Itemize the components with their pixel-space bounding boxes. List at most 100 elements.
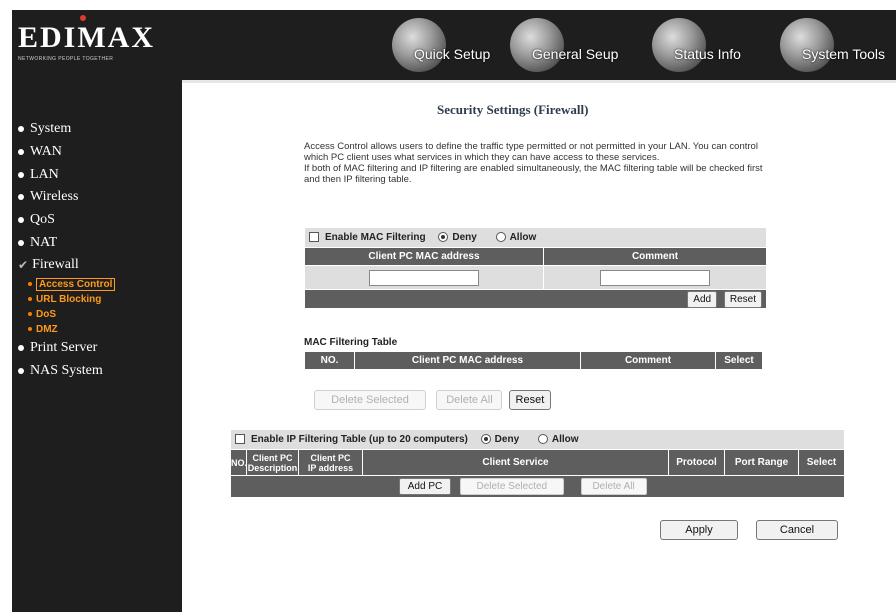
col-port-range: Port Range (724, 449, 799, 476)
page-description: Access Control allows users to define th… (304, 141, 774, 185)
bullet-icon (18, 345, 24, 352)
col-client-pc-description: Client PC Description (246, 449, 299, 476)
mac-allow-label: Allow (509, 232, 537, 243)
delete-all-button[interactable]: Delete All (436, 390, 503, 410)
col-comment: Comment (580, 351, 716, 370)
bullet-icon (18, 149, 24, 156)
cancel-button[interactable]: Cancel (756, 520, 838, 540)
header-line: Client PC (310, 452, 351, 463)
ip-deny-label: Deny (494, 434, 520, 445)
sidebar-subitem-dos[interactable]: DoS (12, 307, 182, 322)
globe-icon (392, 18, 446, 72)
delete-selected-button[interactable]: Delete Selected (314, 390, 426, 410)
delete-all-button[interactable]: Delete All (580, 478, 647, 495)
bullet-icon (18, 171, 24, 178)
sidebar-subitem-dmz[interactable]: DMZ (12, 322, 182, 337)
sidebar-item-label: Wireless (30, 189, 79, 205)
page-title: Security Settings (Firewall) (437, 102, 589, 117)
add-pc-button[interactable]: Add PC (399, 478, 451, 495)
nav-quick-setup-label: Quick Setup (414, 46, 491, 62)
bullet-icon (18, 239, 24, 246)
nav-status-info[interactable]: Status Info (652, 18, 741, 72)
sidebar-item-qos[interactable]: QoS (12, 209, 182, 232)
sidebar-subitem-label: Access Control (36, 277, 116, 291)
mac-table-actions: Delete Selected Delete All Reset (314, 390, 551, 410)
sidebar-item-label: Firewall (32, 257, 79, 273)
logo-tagline: NETWORKING PEOPLE TOGETHER (18, 56, 114, 62)
sidebar-item-label: LAN (30, 166, 59, 182)
bullet-icon (18, 217, 24, 224)
col-comment: Comment (543, 247, 767, 266)
sidebar-item-label: NAT (30, 234, 58, 250)
sidebar-subitem-label: DoS (36, 308, 56, 320)
logo-dot-icon (80, 15, 86, 21)
header-line: IP address (307, 462, 354, 473)
add-button[interactable]: Add (687, 290, 718, 308)
col-client-mac: Client PC MAC address (354, 351, 581, 370)
comment-input[interactable] (600, 269, 710, 286)
nav-general-setup-label: General Seup (532, 46, 619, 62)
mac-filtering-table-title: MAC Filtering Table (304, 337, 398, 348)
ip-filtering-table: Enable IP Filtering Table (up to 20 comp… (230, 429, 845, 498)
sidebar-item-system[interactable]: System (12, 118, 182, 141)
sidebar-subitem-access-control[interactable]: Access Control (12, 277, 182, 292)
sidebar-item-lan[interactable]: LAN (12, 163, 182, 186)
sidebar-subitem-label: DMZ (36, 323, 58, 335)
enable-ip-filtering-checkbox[interactable] (235, 434, 245, 445)
top-banner: EDIMAX NETWORKING PEOPLE TOGETHER Quick … (12, 10, 896, 80)
globe-icon (780, 18, 834, 72)
nav-quick-setup[interactable]: Quick Setup (392, 18, 490, 72)
sidebar-item-print-server[interactable]: Print Server (12, 337, 182, 360)
col-select: Select (798, 449, 845, 476)
header-line: Description (247, 462, 298, 473)
mac-deny-radio[interactable] (438, 232, 449, 243)
col-select: Select (715, 351, 763, 370)
sidebar-item-firewall[interactable]: ✔ Firewall (12, 254, 182, 277)
reset-button[interactable]: Reset (508, 390, 551, 410)
bullet-icon (28, 327, 32, 332)
nav-system-tools-label: System Tools (802, 46, 885, 62)
col-protocol: Protocol (668, 449, 725, 476)
reset-button[interactable]: Reset (723, 290, 762, 308)
checkmark-icon: ✔ (18, 257, 29, 272)
sidebar-item-wireless[interactable]: Wireless (12, 186, 182, 209)
description-paragraph: Access Control allows users to define th… (304, 141, 758, 163)
header-line: Client PC (252, 452, 293, 463)
col-client-service: Client Service (362, 449, 669, 476)
sidebar-subitem-url-blocking[interactable]: URL Blocking (12, 292, 182, 307)
globe-icon (510, 18, 564, 72)
sidebar-item-label: QoS (30, 212, 55, 228)
sidebar-item-label: System (30, 121, 72, 137)
col-client-pc-ip-address: Client PC IP address (298, 449, 363, 476)
sidebar-item-label: WAN (30, 144, 62, 160)
sidebar: System WAN LAN Wireless QoS NAT ✔ Firewal… (12, 80, 182, 612)
apply-button[interactable]: Apply (660, 520, 738, 540)
bullet-icon (18, 194, 24, 201)
mac-allow-radio[interactable] (495, 232, 506, 243)
nav-system-tools[interactable]: System Tools (780, 18, 885, 72)
globe-icon (652, 18, 706, 72)
sidebar-item-nas-system[interactable]: NAS System (12, 360, 182, 383)
mac-address-input[interactable] (369, 269, 479, 286)
mac-filter-options-row: Enable MAC Filtering Deny Allow (304, 227, 767, 248)
sidebar-item-nat[interactable]: NAT (12, 231, 182, 254)
delete-selected-button[interactable]: Delete Selected (459, 478, 564, 495)
mac-deny-label: Deny (452, 232, 477, 243)
ip-deny-radio[interactable] (480, 434, 491, 445)
sidebar-item-wan[interactable]: WAN (12, 141, 182, 164)
mac-filter-form: Enable MAC Filtering Deny Allow Client P… (304, 227, 767, 309)
logo-wordmark: EDIMAX (18, 21, 155, 54)
bullet-icon (28, 282, 32, 287)
ip-allow-radio[interactable] (537, 434, 548, 445)
enable-mac-filtering-checkbox[interactable] (309, 232, 319, 243)
ip-allow-label: Allow (551, 434, 579, 445)
bullet-icon (28, 312, 32, 317)
description-paragraph: If both of MAC filtering and IP filterin… (304, 163, 763, 185)
sidebar-menu: System WAN LAN Wireless QoS NAT ✔ Firewal… (12, 118, 182, 382)
sidebar-item-label: Print Server (30, 340, 98, 356)
bullet-icon (18, 126, 24, 133)
bullet-icon (18, 367, 24, 374)
nav-general-setup[interactable]: General Seup (510, 18, 618, 72)
bullet-icon (28, 297, 32, 302)
edimax-logo: EDIMAX NETWORKING PEOPLE TOGETHER (18, 15, 155, 62)
